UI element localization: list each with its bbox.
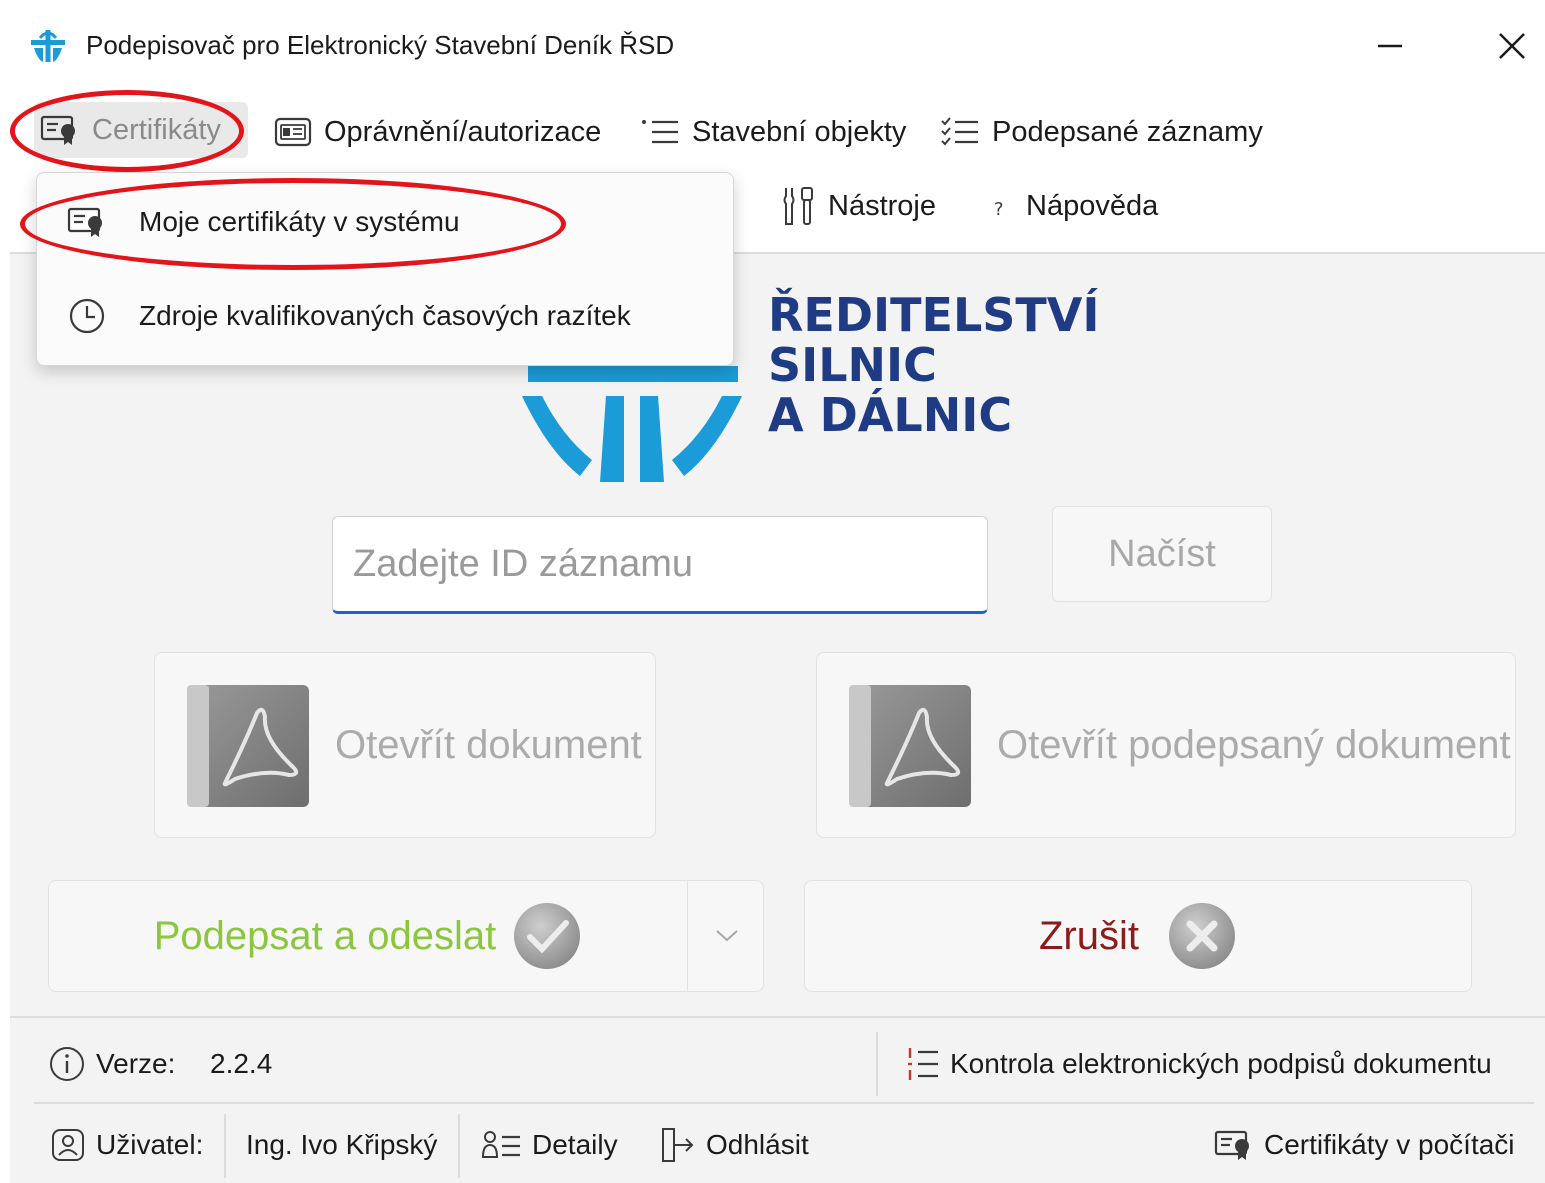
sign-options-dropdown[interactable] bbox=[687, 881, 765, 991]
certifikaty-dropdown: Moje certifikáty v systému Zdroje kvalif… bbox=[36, 172, 734, 366]
load-button[interactable]: Načíst bbox=[1052, 506, 1272, 602]
dropdown-item-label: Zdroje kvalifikovaných časových razítek bbox=[139, 300, 631, 331]
user-name: Ing. Ivo Křipský bbox=[246, 1129, 438, 1160]
divider bbox=[34, 1102, 1534, 1104]
sign-and-send-label: Podepsat a odeslat bbox=[153, 913, 497, 958]
computer-certificates-button[interactable]: Certifikáty v počítači bbox=[1214, 1123, 1515, 1167]
open-signed-document-button[interactable]: Otevřít podepsaný dokument bbox=[816, 652, 1516, 838]
app-logo-icon bbox=[31, 30, 65, 62]
certificate-icon bbox=[1214, 1130, 1249, 1160]
open-document-button[interactable]: Otevřít dokument bbox=[154, 652, 656, 838]
divider bbox=[10, 1016, 1545, 1018]
minimize-button[interactable] bbox=[1362, 22, 1418, 70]
logout-icon bbox=[662, 1128, 694, 1162]
logout-button[interactable]: Odhlásit bbox=[660, 1123, 809, 1167]
person-list-icon bbox=[482, 1131, 520, 1158]
close-button[interactable] bbox=[1484, 22, 1540, 70]
clock-icon bbox=[69, 298, 105, 334]
logo-line-2: SILNIC bbox=[768, 338, 937, 392]
menu-opravneni-label: Oprávnění/autorizace bbox=[324, 115, 602, 148]
user-icon bbox=[52, 1129, 84, 1161]
signature-check-button[interactable]: Kontrola elektronických podpisů dokument… bbox=[906, 1042, 1492, 1086]
app-window: Podepisovač pro Elektronický Stavební De… bbox=[10, 8, 1545, 1183]
certificate-icon bbox=[40, 115, 75, 145]
details-button[interactable]: Detaily bbox=[482, 1123, 618, 1167]
checklist-icon bbox=[941, 117, 978, 146]
list-icon bbox=[642, 120, 678, 144]
version-value: 2.2.4 bbox=[210, 1048, 273, 1079]
rsd-logo-text: ŘEDITELSTVÍ SILNIC A DÁLNIC bbox=[768, 290, 1099, 440]
dropdown-item-label: Moje certifikáty v systému bbox=[139, 206, 460, 237]
id-card-icon bbox=[274, 117, 312, 147]
logo-line-1: ŘEDITELSTVÍ bbox=[768, 288, 1100, 342]
menu-nastroje[interactable]: Nástroje bbox=[774, 178, 942, 234]
check-circle-icon bbox=[514, 903, 581, 969]
info-icon bbox=[50, 1047, 84, 1081]
cancel-label: Zrušit bbox=[1039, 913, 1139, 958]
user-info: Uživatel: bbox=[50, 1123, 203, 1167]
menu-nastroje-label: Nástroje bbox=[828, 189, 936, 222]
divider bbox=[876, 1032, 878, 1096]
pdf-icon bbox=[187, 685, 309, 807]
numbered-list-icon bbox=[908, 1048, 938, 1080]
user-label: Uživatel: bbox=[96, 1129, 204, 1160]
certificate-icon bbox=[67, 207, 102, 237]
open-signed-document-label: Otevřít podepsaný dokument bbox=[997, 722, 1511, 767]
title-bar: Podepisovač pro Elektronický Stavební De… bbox=[10, 8, 1545, 82]
menu-certifikaty[interactable]: Certifikáty bbox=[34, 102, 248, 158]
open-document-label: Otevřít dokument bbox=[335, 722, 642, 767]
logout-label: Odhlásit bbox=[706, 1129, 809, 1160]
close-icon bbox=[1499, 33, 1525, 59]
window-title: Podepisovač pro Elektronický Stavební De… bbox=[86, 30, 675, 60]
divider bbox=[458, 1114, 460, 1178]
pdf-icon bbox=[849, 685, 971, 807]
menu-podepsane-zaznamy[interactable]: Podepsané záznamy bbox=[934, 104, 1269, 160]
sign-and-send-button[interactable]: Podepsat a odeslat bbox=[49, 881, 687, 991]
menu-podepsane-zaznamy-label: Podepsané záznamy bbox=[992, 115, 1263, 148]
cancel-button[interactable]: Zrušit bbox=[804, 880, 1472, 992]
menu-stavebni-objekty-label: Stavební objekty bbox=[692, 115, 907, 148]
divider bbox=[224, 1114, 226, 1178]
menu-stavebni-objekty[interactable]: Stavební objekty bbox=[634, 104, 912, 160]
computer-certificates-label: Certifikáty v počítači bbox=[1264, 1129, 1515, 1160]
signature-check-label: Kontrola elektronických podpisů dokument… bbox=[950, 1048, 1492, 1079]
help-icon: ? bbox=[994, 199, 1004, 220]
menu-certifikaty-label: Certifikáty bbox=[92, 113, 221, 146]
version-label: Verze: bbox=[96, 1048, 176, 1079]
menu-napoveda-label: Nápověda bbox=[1026, 189, 1159, 222]
cancel-circle-icon bbox=[1169, 903, 1235, 969]
chevron-down-icon bbox=[715, 930, 738, 942]
logo-line-3: A DÁLNIC bbox=[768, 388, 1013, 442]
dropdown-item-zdroje-razitek[interactable]: Zdroje kvalifikovaných časových razítek bbox=[37, 271, 733, 361]
sign-split-button: Podepsat a odeslat bbox=[48, 880, 764, 992]
tools-icon bbox=[783, 187, 813, 225]
version-info: Verze: bbox=[48, 1042, 175, 1086]
details-label: Detaily bbox=[532, 1129, 618, 1160]
minimize-icon bbox=[1378, 44, 1402, 48]
dropdown-item-moje-certifikaty[interactable]: Moje certifikáty v systému bbox=[37, 177, 733, 267]
record-id-input[interactable] bbox=[332, 516, 988, 614]
svg-text:?: ? bbox=[994, 199, 1004, 220]
menu-napoveda[interactable]: ? Nápověda bbox=[978, 178, 1164, 234]
menu-opravneni[interactable]: Oprávnění/autorizace bbox=[268, 104, 607, 160]
